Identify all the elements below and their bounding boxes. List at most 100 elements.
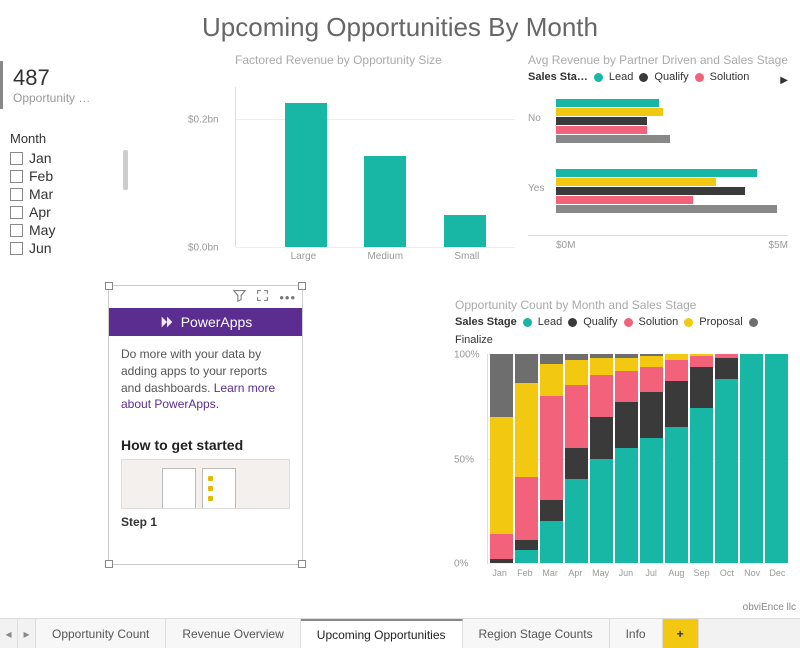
more-options-icon[interactable]: ••• (279, 290, 296, 305)
stacked-column[interactable] (590, 354, 613, 563)
stacked-segment[interactable] (640, 356, 663, 366)
bar[interactable] (556, 205, 777, 213)
slicer-item-jan[interactable]: Jan (10, 150, 120, 166)
stacked-segment[interactable] (515, 383, 538, 477)
stacked-segment[interactable] (690, 408, 713, 563)
stacked-column[interactable] (515, 354, 538, 563)
stacked-segment[interactable] (765, 354, 788, 563)
stacked-segment[interactable] (540, 354, 563, 364)
stacked-segment[interactable] (515, 540, 538, 550)
stacked-segment[interactable] (640, 392, 663, 438)
stacked-segment[interactable] (715, 379, 738, 563)
bar[interactable] (556, 99, 659, 107)
chart-factored-revenue[interactable]: Factored Revenue by Opportunity Size $0.… (235, 53, 515, 283)
bar-large[interactable] (285, 103, 327, 247)
stacked-segment[interactable] (490, 417, 513, 534)
stacked-segment[interactable] (615, 371, 638, 402)
focus-mode-icon[interactable] (256, 289, 269, 305)
slicer-item-feb[interactable]: Feb (10, 168, 120, 184)
filter-icon[interactable] (233, 289, 246, 305)
stacked-segment[interactable] (515, 354, 538, 383)
stacked-segment[interactable] (740, 354, 763, 563)
bar-small[interactable] (444, 215, 486, 247)
stacked-segment[interactable] (615, 402, 638, 448)
bar[interactable] (556, 135, 670, 143)
scrollbar-thumb[interactable] (123, 150, 128, 190)
stacked-segment[interactable] (690, 356, 713, 366)
slicer-item-jun[interactable]: Jun (10, 240, 120, 256)
stacked-segment[interactable] (665, 427, 688, 563)
tab-opportunity-count[interactable]: Opportunity Count (36, 619, 166, 648)
stacked-segment[interactable] (515, 477, 538, 540)
powerapps-visual[interactable]: ••• PowerApps Do more with your data by … (108, 285, 303, 565)
stacked-segment[interactable] (565, 479, 588, 563)
stacked-segment[interactable] (565, 448, 588, 479)
stacked-column[interactable] (665, 354, 688, 563)
checkbox-icon[interactable] (10, 188, 23, 201)
tab-info[interactable]: Info (610, 619, 663, 648)
stacked-segment[interactable] (665, 381, 688, 427)
stacked-segment[interactable] (540, 521, 563, 563)
stacked-segment[interactable] (490, 534, 513, 559)
tab-upcoming-opportunities[interactable]: Upcoming Opportunities (301, 619, 463, 648)
stacked-column[interactable] (640, 354, 663, 563)
bar[interactable] (556, 187, 745, 195)
stacked-column[interactable] (740, 354, 763, 563)
resize-handle-icon[interactable] (298, 560, 306, 568)
stacked-column[interactable] (715, 354, 738, 563)
stacked-segment[interactable] (540, 396, 563, 501)
stacked-segment[interactable] (540, 500, 563, 521)
tab-region-stage-counts[interactable]: Region Stage Counts (463, 619, 610, 648)
stacked-segment[interactable] (590, 375, 613, 417)
tab-revenue-overview[interactable]: Revenue Overview (166, 619, 300, 648)
slicer-item-apr[interactable]: Apr (10, 204, 120, 220)
bar[interactable] (556, 108, 663, 116)
checkbox-icon[interactable] (10, 206, 23, 219)
stacked-column[interactable] (540, 354, 563, 563)
bar[interactable] (556, 126, 647, 134)
checkbox-icon[interactable] (10, 152, 23, 165)
tab-scroll-right-icon[interactable]: ▸ (18, 619, 36, 648)
stacked-segment[interactable] (590, 358, 613, 375)
bar-medium[interactable] (364, 156, 406, 247)
bar[interactable] (556, 117, 647, 125)
stacked-segment[interactable] (690, 367, 713, 409)
stacked-segment[interactable] (490, 354, 513, 417)
checkbox-icon[interactable] (10, 170, 23, 183)
stacked-segment[interactable] (715, 358, 738, 379)
stacked-column[interactable] (565, 354, 588, 563)
resize-handle-icon[interactable] (298, 282, 306, 290)
resize-handle-icon[interactable] (105, 560, 113, 568)
stacked-segment[interactable] (615, 358, 638, 371)
stacked-segment[interactable] (540, 364, 563, 395)
bar[interactable] (556, 178, 716, 186)
tab-scroll-left-icon[interactable]: ◂ (0, 619, 18, 648)
stacked-column[interactable] (690, 354, 713, 563)
chart-opportunity-count[interactable]: Opportunity Count by Month and Sales Sta… (455, 298, 790, 583)
stacked-segment[interactable] (515, 550, 538, 563)
stacked-column[interactable] (490, 354, 513, 563)
kpi-card-opportunity[interactable]: 487 Opportunity … (0, 61, 120, 109)
stacked-segment[interactable] (590, 459, 613, 564)
stacked-segment[interactable] (640, 438, 663, 563)
legend-scroll-right-icon[interactable]: ▶ (780, 75, 788, 86)
bar[interactable] (556, 196, 693, 204)
stacked-segment[interactable] (665, 360, 688, 381)
report-canvas: 487 Opportunity … Month Jan Feb Mar Apr … (0, 53, 800, 613)
stacked-segment[interactable] (615, 448, 638, 563)
stacked-segment[interactable] (565, 385, 588, 448)
stacked-segment[interactable] (490, 559, 513, 563)
slicer-item-may[interactable]: May (10, 222, 120, 238)
slicer-item-mar[interactable]: Mar (10, 186, 120, 202)
bar[interactable] (556, 169, 757, 177)
stacked-column[interactable] (765, 354, 788, 563)
stacked-segment[interactable] (590, 417, 613, 459)
checkbox-icon[interactable] (10, 224, 23, 237)
chart-avg-revenue[interactable]: Avg Revenue by Partner Driven and Sales … (528, 53, 788, 283)
stacked-segment[interactable] (640, 367, 663, 392)
stacked-column[interactable] (615, 354, 638, 563)
resize-handle-icon[interactable] (105, 282, 113, 290)
stacked-segment[interactable] (565, 360, 588, 385)
tab-add-page[interactable]: + (663, 619, 699, 648)
checkbox-icon[interactable] (10, 242, 23, 255)
